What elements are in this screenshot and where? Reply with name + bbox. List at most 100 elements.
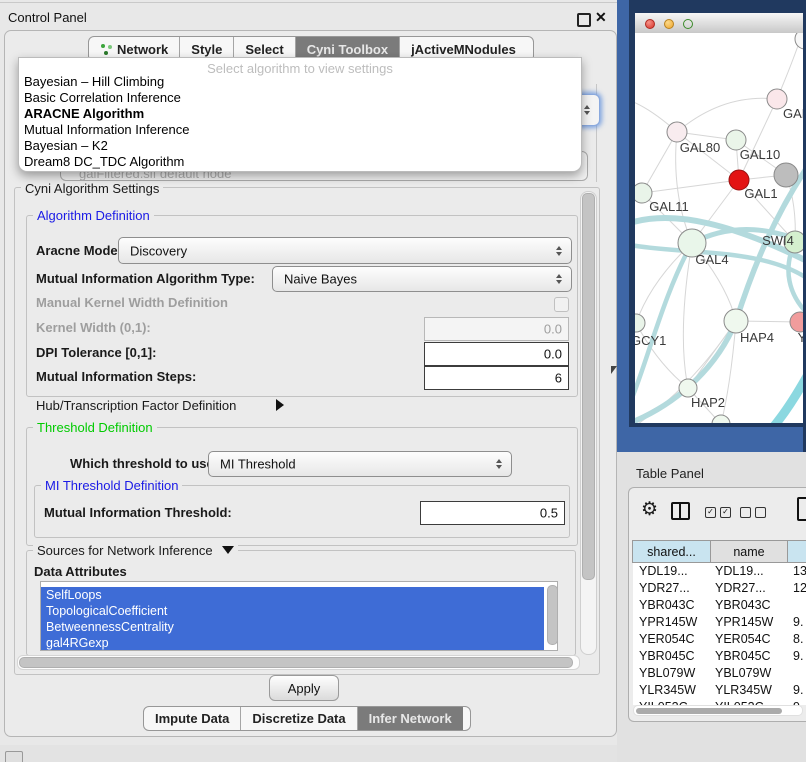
table-cell[interactable]: YBL079W bbox=[639, 666, 695, 680]
mi-threshold-definition-title: MI Threshold Definition bbox=[41, 478, 182, 493]
attribute-item-selfloops[interactable]: SelfLoops bbox=[41, 587, 544, 603]
aracne-mode-value: Discovery bbox=[130, 243, 187, 258]
column-header-name[interactable]: name bbox=[710, 540, 788, 563]
attribute-item-gal4rgexp[interactable]: gal4RGexp bbox=[41, 635, 544, 651]
expand-arrow-icon[interactable] bbox=[276, 399, 284, 411]
table-hscrollbar[interactable] bbox=[633, 705, 803, 716]
table-row[interactable]: YER054C YER054C 8. bbox=[633, 631, 806, 648]
table-cell[interactable]: 8. bbox=[793, 632, 803, 646]
table-cell[interactable]: 9. bbox=[793, 615, 803, 629]
table-row[interactable]: YDL19... YDL19... 13 bbox=[633, 563, 806, 580]
table-cell[interactable]: YER054C bbox=[639, 632, 695, 646]
table-row[interactable]: YDR27... YDR27... 12 bbox=[633, 580, 806, 597]
gear-icon[interactable]: ⚙ bbox=[641, 498, 658, 521]
table-cell[interactable]: YBR043C bbox=[639, 598, 695, 612]
table-cell[interactable]: YBR045C bbox=[639, 649, 695, 663]
hub-section-label[interactable]: Hub/Transcription Factor Definition bbox=[36, 398, 236, 413]
bottom-tab-impute-data[interactable]: Impute Data bbox=[144, 707, 241, 730]
table-cell[interactable]: 9. bbox=[793, 649, 803, 663]
table-cell[interactable]: 12 bbox=[793, 581, 806, 595]
algorithm-option-mutual-information-inference[interactable]: Mutual Information Inference bbox=[24, 122, 189, 137]
bottom-tab-discretize-data[interactable]: Discretize Data bbox=[241, 707, 357, 730]
table-subpanel: ⚙ ✓ ✓ shared...name YDL19...YDL19...13YD… bbox=[628, 487, 806, 722]
algorithm-option-bayesian-k2[interactable]: Bayesian – K2 bbox=[24, 138, 108, 153]
unchecked-box-icon bbox=[740, 507, 751, 518]
mi-threshold-field[interactable]: 0.5 bbox=[420, 501, 565, 525]
network-canvas[interactable]: GALGAL80GAL10GAL1GAL11SWI4GAL4GCY1HAP4YH… bbox=[635, 33, 806, 423]
combo-arrows-icon bbox=[556, 274, 563, 284]
table-row[interactable]: YBL079W YBL079W bbox=[633, 665, 806, 682]
mi-algorithm-type-combo[interactable]: Naive Bayes bbox=[272, 266, 572, 292]
sources-title[interactable]: Sources for Network Inference bbox=[33, 543, 238, 558]
manual-kernel-checkbox[interactable] bbox=[554, 297, 569, 312]
algorithm-option-aracne-algorithm[interactable]: ARACNE Algorithm bbox=[24, 106, 144, 121]
node-label-gal11: GAL11 bbox=[649, 199, 689, 214]
algorithm-option-dream8-dc-tdc-algorithm[interactable]: Dream8 DC_TDC Algorithm bbox=[24, 154, 184, 169]
table-cell[interactable]: YBR043C bbox=[715, 598, 771, 612]
table-cell[interactable]: YPR145W bbox=[715, 615, 773, 629]
panel-corner-button[interactable] bbox=[5, 751, 23, 762]
float-window-icon[interactable] bbox=[577, 13, 591, 27]
algorithm-option-basic-correlation-inference[interactable]: Basic Correlation Inference bbox=[24, 90, 181, 105]
table-cell[interactable]: 9. bbox=[793, 683, 803, 697]
split-columns-icon[interactable] bbox=[671, 502, 690, 520]
bottom-tab-infer-network[interactable]: Infer Network bbox=[358, 707, 463, 730]
mouse-cursor bbox=[611, 366, 617, 374]
table-cell[interactable]: YPR145W bbox=[639, 615, 697, 629]
attribute-item-topologicalcoefficient[interactable]: TopologicalCoefficient bbox=[41, 603, 544, 619]
list-scrollbar-thumb[interactable] bbox=[547, 585, 558, 645]
settings-vscrollbar-thumb[interactable] bbox=[582, 193, 595, 580]
table-cell[interactable]: YBR045C bbox=[715, 649, 771, 663]
dpi-tolerance-field[interactable]: 0.0 bbox=[424, 342, 569, 366]
data-attributes-list[interactable]: SelfLoopsTopologicalCoefficientBetweenne… bbox=[40, 581, 558, 651]
table-cell[interactable]: YLR345W bbox=[715, 683, 772, 697]
table-cell[interactable]: 13 bbox=[793, 564, 806, 578]
data-attributes-label: Data Attributes bbox=[34, 564, 127, 579]
apply-button-label: Apply bbox=[288, 681, 321, 696]
table-hscrollbar-thumb[interactable] bbox=[636, 708, 782, 714]
table-cell[interactable]: YDL19... bbox=[639, 564, 688, 578]
node-label-gal80: GAL80 bbox=[680, 140, 720, 155]
table-cell[interactable]: YDR27... bbox=[639, 581, 690, 595]
zoom-traffic-light[interactable] bbox=[683, 19, 693, 29]
attribute-item-betweennesscentrality[interactable]: BetweennessCentrality bbox=[41, 619, 544, 635]
column-header-shared[interactable]: shared... bbox=[632, 540, 711, 563]
table-row[interactable]: YBR045C YBR045C 9. bbox=[633, 648, 806, 665]
network-node-gal80[interactable] bbox=[667, 122, 687, 142]
which-threshold-combo[interactable]: MI Threshold bbox=[208, 451, 512, 477]
table-cell[interactable]: YDR27... bbox=[715, 581, 766, 595]
close-icon[interactable]: ✕ bbox=[595, 9, 607, 26]
kernel-width-label: Kernel Width (0,1): bbox=[36, 320, 151, 335]
combo-arrows-icon bbox=[496, 459, 503, 469]
close-traffic-light[interactable] bbox=[645, 19, 655, 29]
aracne-mode-combo[interactable]: Discovery bbox=[118, 237, 572, 264]
aracne-mode-label: Aracne Mode: bbox=[36, 243, 122, 258]
document-icon[interactable] bbox=[797, 497, 806, 521]
node-label-gal4: GAL4 bbox=[695, 252, 728, 267]
table-row[interactable]: YBR043C YBR043C bbox=[633, 597, 806, 614]
minimize-traffic-light[interactable] bbox=[664, 19, 674, 29]
table-row[interactable]: YLR345W YLR345W 9. bbox=[633, 682, 806, 699]
network-node[interactable] bbox=[712, 415, 730, 423]
network-window-titlebar[interactable] bbox=[635, 13, 806, 34]
network-node-gcy1[interactable] bbox=[635, 314, 645, 332]
select-all-columns-icon[interactable]: ✓ ✓ bbox=[705, 507, 731, 518]
tab-label: Network bbox=[117, 42, 168, 57]
algorithm-option-bayesian-hill-climbing[interactable]: Bayesian – Hill Climbing bbox=[24, 74, 164, 89]
table-cell[interactable]: YER054C bbox=[715, 632, 771, 646]
algorithm-dropdown-popup: Select algorithm to view settings Bayesi… bbox=[18, 57, 582, 172]
apply-button[interactable]: Apply bbox=[269, 675, 339, 701]
control-panel-window: Control Panel ✕ NetworkStyleSelectCyni T… bbox=[0, 0, 620, 745]
mi-steps-field[interactable]: 6 bbox=[424, 366, 569, 390]
collapse-arrow-icon[interactable] bbox=[222, 546, 234, 554]
deselect-all-columns-icon[interactable] bbox=[740, 507, 766, 518]
table-cell[interactable]: YBL079W bbox=[715, 666, 771, 680]
table-cell[interactable]: YLR345W bbox=[639, 683, 696, 697]
network-node[interactable] bbox=[774, 163, 798, 187]
settings-hscrollbar-thumb[interactable] bbox=[19, 657, 573, 668]
table-cell[interactable]: YDL19... bbox=[715, 564, 764, 578]
column-header-extra[interactable] bbox=[787, 540, 806, 563]
table-row[interactable]: YPR145W YPR145W 9. bbox=[633, 614, 806, 631]
network-view-window: GALGAL80GAL10GAL1GAL11SWI4GAL4GCY1HAP4YH… bbox=[629, 0, 806, 427]
cyni-algorithm-settings-title: Cyni Algorithm Settings bbox=[21, 181, 163, 196]
